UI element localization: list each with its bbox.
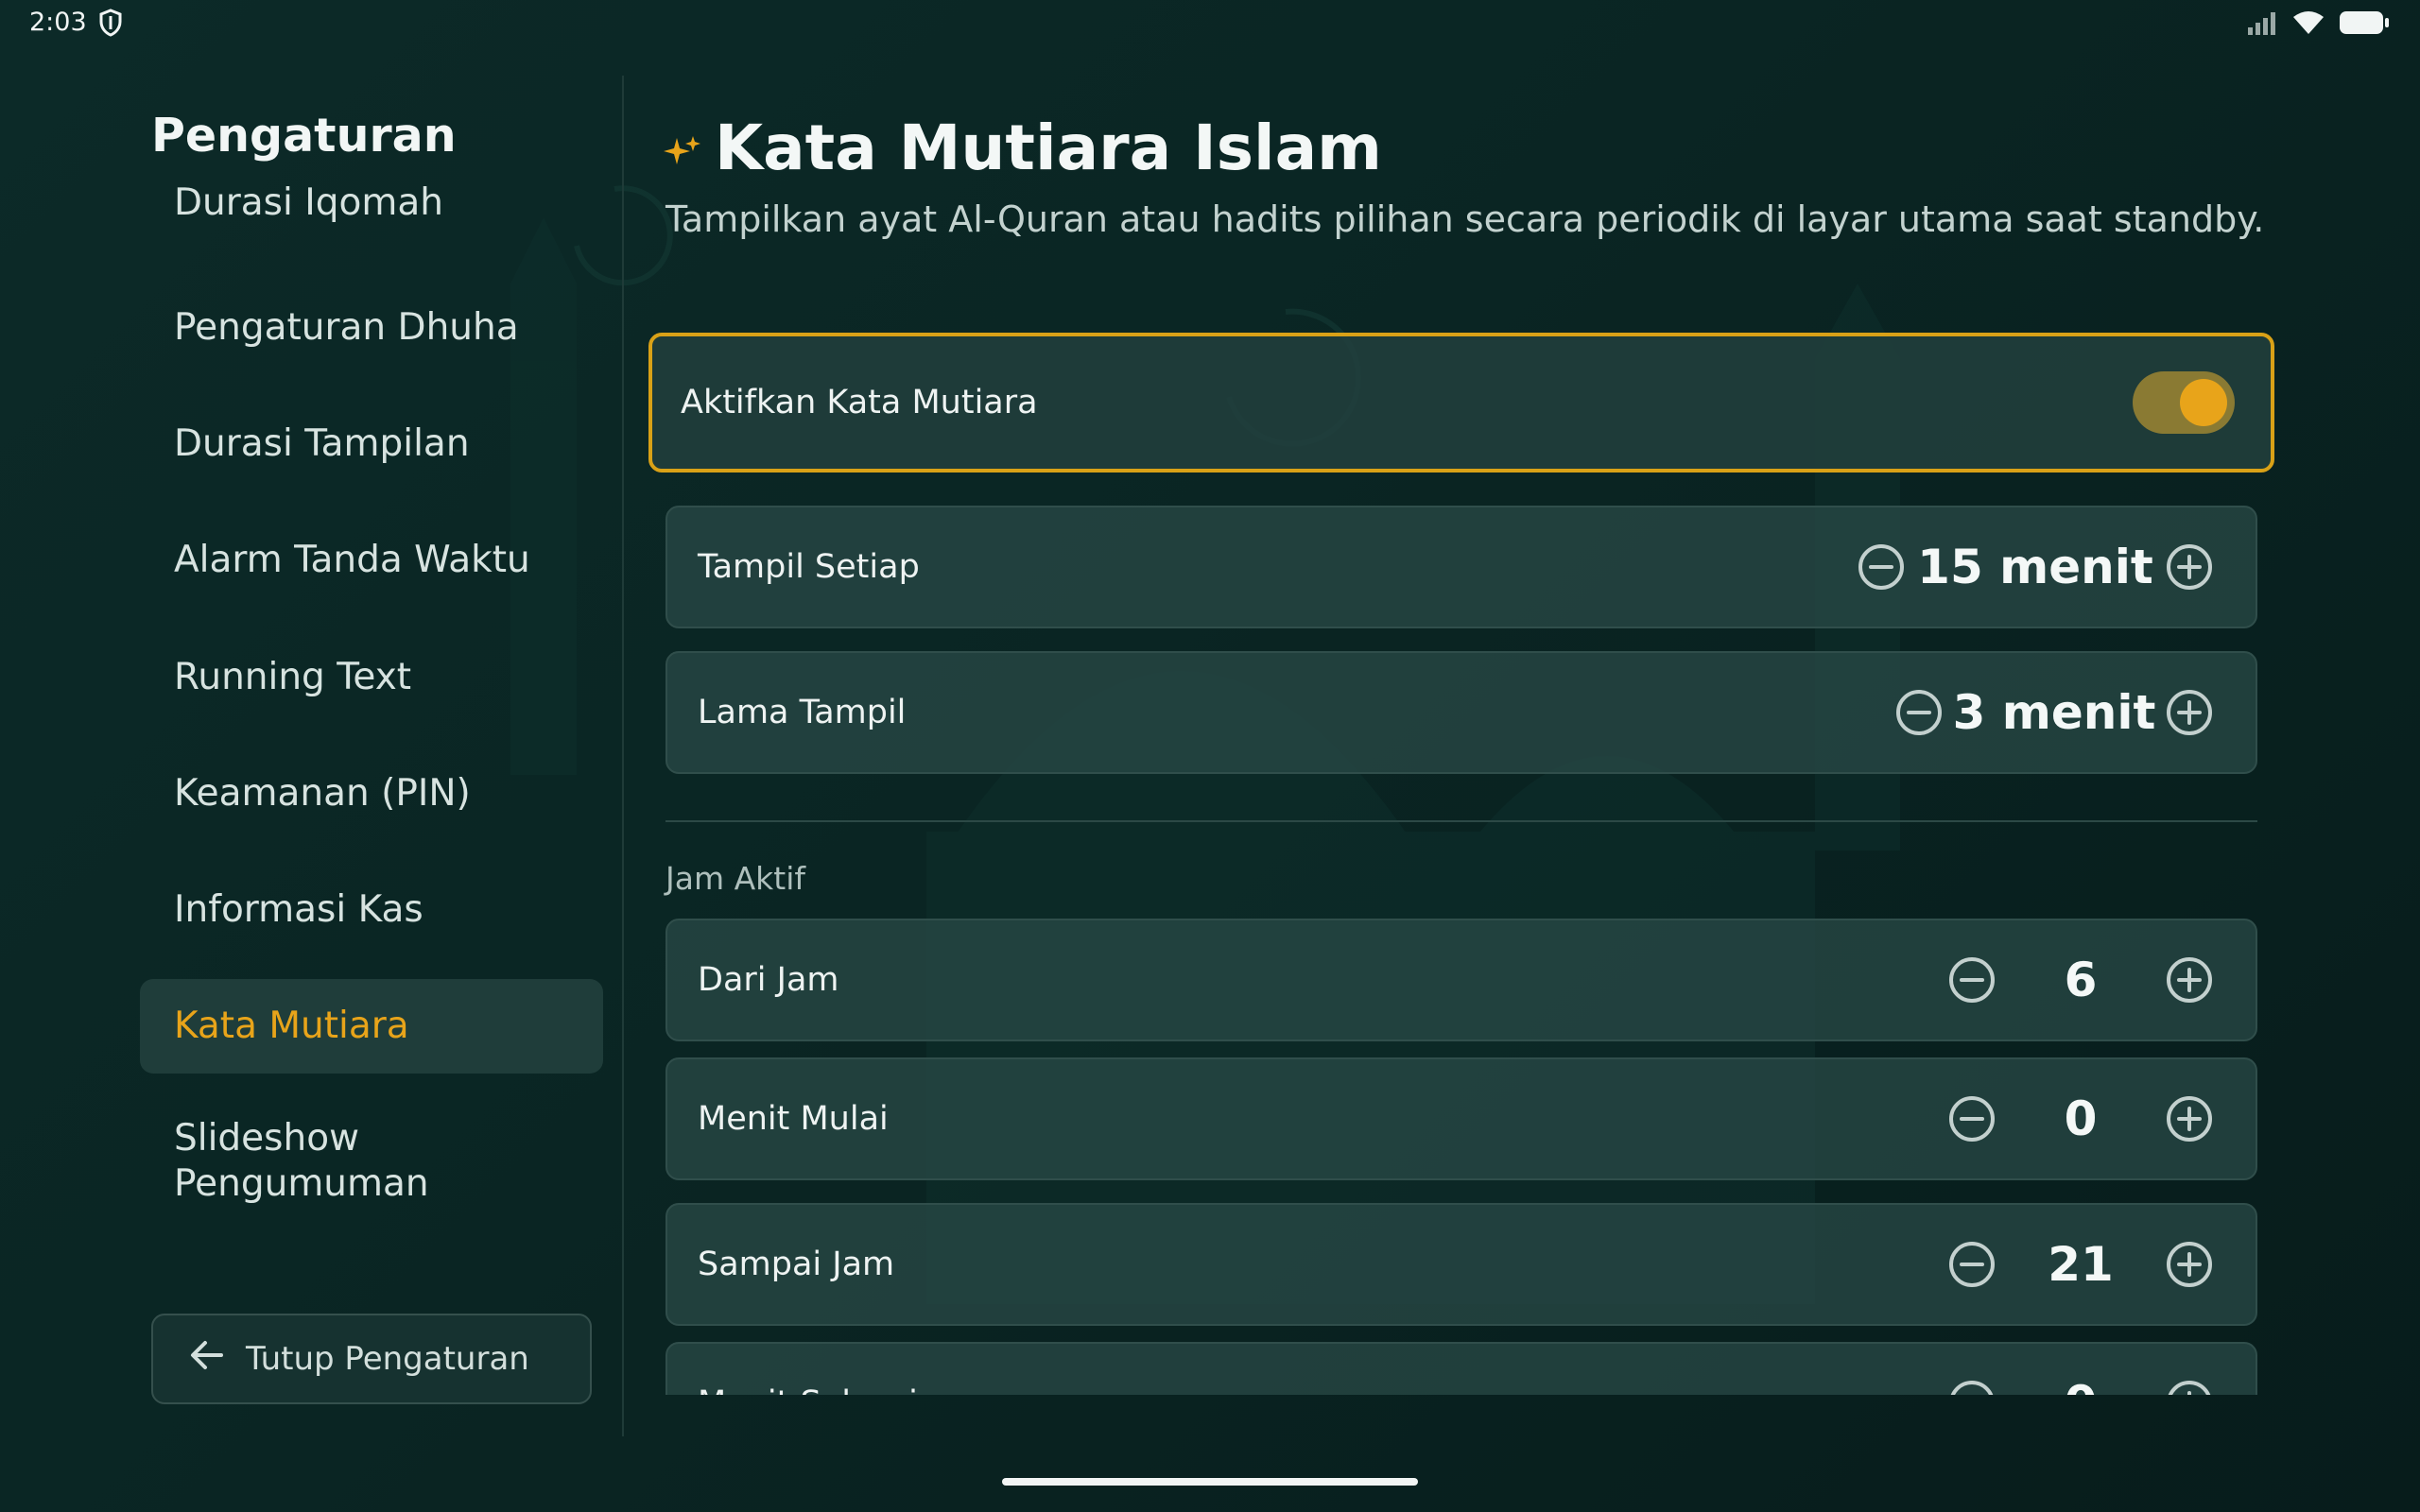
plus-icon[interactable] — [2163, 954, 2216, 1006]
home-indicator[interactable] — [1002, 1478, 1418, 1486]
plus-icon[interactable] — [2163, 1377, 2216, 1395]
menit-mulai-card: Menit Mulai 0 — [666, 1057, 2257, 1180]
lama-tampil-label: Lama Tampil — [698, 694, 907, 731]
plus-icon[interactable] — [2163, 541, 2216, 593]
sidebar-item-label: Slideshow Pengumuman — [174, 1117, 429, 1205]
dari-jam-label: Dari Jam — [698, 961, 839, 999]
sidebar-item-label: Informasi Kas — [174, 888, 424, 931]
wifi-icon — [2291, 9, 2325, 40]
lama-tampil-card: Lama Tampil 3 menit — [666, 651, 2257, 774]
sidebar-item-label: Durasi Iqomah — [174, 181, 443, 224]
lama-tampil-stepper: 3 menit — [1893, 653, 2216, 772]
section-divider — [666, 820, 2257, 822]
menit-selesai-card: Menit Selesai 0 — [666, 1342, 2257, 1395]
tampil-setiap-value: 15 menit — [1917, 540, 2153, 594]
sidebar-item-label: Running Text — [174, 656, 412, 698]
battery-icon — [2339, 9, 2390, 40]
sidebar-item-label: Keamanan (PIN) — [174, 772, 471, 815]
menit-mulai-value: 0 — [2064, 1091, 2098, 1146]
sidebar-item-label: Alarm Tanda Waktu — [174, 539, 530, 581]
dari-jam-card: Dari Jam 6 — [666, 919, 2257, 1041]
section-label-jam-aktif: Jam Aktif — [666, 860, 806, 897]
sidebar-item-durasi-tampilan[interactable]: Durasi Tampilan — [140, 415, 603, 473]
minus-icon[interactable] — [1945, 954, 1998, 1006]
minus-icon[interactable] — [1945, 1377, 1998, 1395]
menit-selesai-stepper: 0 — [1945, 1344, 2216, 1395]
enable-kata-mutiara-label: Aktifkan Kata Mutiara — [681, 384, 1038, 421]
sampai-jam-value: 21 — [2048, 1237, 2114, 1292]
plus-icon[interactable] — [2163, 1238, 2216, 1291]
enable-kata-mutiara-card[interactable]: Aktifkan Kata Mutiara — [648, 333, 2274, 472]
plus-icon[interactable] — [2163, 686, 2216, 739]
minus-icon[interactable] — [1945, 1238, 1998, 1291]
sidebar-item-alarm-tanda-waktu[interactable]: Alarm Tanda Waktu — [140, 531, 603, 590]
shield-icon — [98, 9, 123, 41]
menit-mulai-stepper: 0 — [1945, 1059, 2216, 1178]
tampil-setiap-label: Tampil Setiap — [698, 548, 920, 586]
sampai-jam-label: Sampai Jam — [698, 1246, 895, 1283]
page-subtitle: Tampilkan ayat Al-Quran atau hadits pili… — [666, 198, 2265, 240]
sidebar-item-durasi-iqomah[interactable]: Durasi Iqomah — [140, 180, 603, 232]
sparkle-icon — [664, 134, 701, 176]
sidebar-item-pengaturan-dhuha[interactable]: Pengaturan Dhuha — [140, 299, 603, 357]
toggle-knob — [2180, 379, 2227, 426]
menit-selesai-label: Menit Selesai — [698, 1384, 918, 1395]
sidebar-nav: Durasi Iqomah Pengaturan Dhuha Durasi Ta… — [140, 180, 603, 1228]
sidebar-item-informasi-kas[interactable]: Informasi Kas — [140, 881, 603, 939]
minus-icon[interactable] — [1893, 686, 1945, 739]
enable-kata-mutiara-toggle[interactable] — [2133, 371, 2235, 434]
sidebar-item-keamanan-pin[interactable]: Keamanan (PIN) — [140, 765, 603, 823]
sidebar-item-slideshow-pengumuman[interactable]: Slideshow Pengumuman — [140, 1115, 537, 1208]
tampil-setiap-stepper: 15 menit — [1855, 507, 2216, 627]
minus-icon[interactable] — [1945, 1092, 1998, 1145]
lama-tampil-value: 3 menit — [1952, 685, 2156, 740]
dari-jam-value: 6 — [2064, 953, 2098, 1007]
arrow-left-icon — [189, 1339, 225, 1380]
scroll-clip-area: Menit Selesai 0 — [662, 1332, 2269, 1395]
sampai-jam-card: Sampai Jam 21 — [666, 1203, 2257, 1326]
sidebar-item-label: Pengaturan Dhuha — [174, 306, 519, 349]
tampil-setiap-card: Tampil Setiap 15 menit — [666, 506, 2257, 628]
status-bar: 2:03 — [0, 0, 2420, 45]
sidebar-item-label: Durasi Tampilan — [174, 422, 470, 465]
plus-icon[interactable] — [2163, 1092, 2216, 1145]
close-settings-button[interactable]: Tutup Pengaturan — [151, 1314, 592, 1404]
sidebar-item-running-text[interactable]: Running Text — [140, 648, 603, 707]
signal-icon — [2246, 10, 2278, 39]
sampai-jam-stepper: 21 — [1945, 1205, 2216, 1324]
sidebar-item-kata-mutiara[interactable]: Kata Mutiara — [140, 979, 603, 1074]
sidebar-divider — [622, 76, 624, 1436]
menit-selesai-value: 0 — [1998, 1376, 2163, 1395]
dari-jam-stepper: 6 — [1945, 920, 2216, 1040]
page-title: Kata Mutiara Islam — [715, 112, 1382, 184]
status-time: 2:03 — [29, 8, 87, 37]
close-settings-label: Tutup Pengaturan — [246, 1340, 529, 1378]
sidebar-item-label: Kata Mutiara — [174, 1005, 409, 1047]
menit-mulai-label: Menit Mulai — [698, 1100, 889, 1138]
minus-icon[interactable] — [1855, 541, 1908, 593]
sidebar-title: Pengaturan — [151, 109, 457, 163]
